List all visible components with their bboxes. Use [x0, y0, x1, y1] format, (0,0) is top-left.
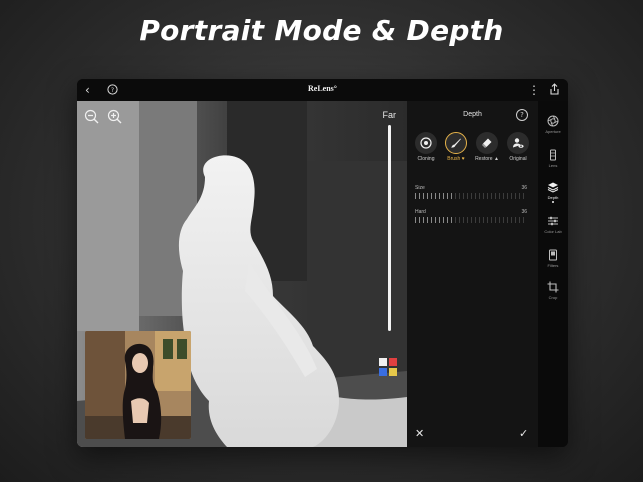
target-icon [415, 132, 437, 154]
zoom-in-icon[interactable] [107, 109, 122, 124]
depth-map-canvas[interactable]: Far [77, 101, 407, 447]
zoom-out-icon[interactable] [84, 109, 99, 124]
slider-value: 36 [521, 185, 527, 191]
rail-item-depth[interactable]: Depth [538, 181, 568, 203]
depth-3d-view-icon[interactable] [378, 357, 398, 377]
tool-brush[interactable]: Brush ♥ [442, 132, 470, 162]
panel-help-icon[interactable]: ? [516, 109, 528, 121]
active-indicator [552, 201, 554, 203]
sliders-icon [548, 216, 558, 226]
tool-label: Restore ▲ [475, 156, 499, 162]
rail-item-lens[interactable]: Lens [538, 149, 568, 168]
share-icon[interactable] [549, 83, 560, 99]
hard-slider[interactable] [415, 217, 527, 223]
slider-value: 36 [521, 209, 527, 215]
rail-label: Depth [547, 195, 559, 200]
filter-icon [549, 249, 557, 261]
lens-icon [550, 149, 556, 161]
eraser-icon [476, 132, 498, 154]
tool-original[interactable]: Original [504, 132, 532, 162]
rail-item-crop[interactable]: Crop [538, 281, 568, 300]
slider-name: Size [415, 185, 425, 191]
rail-label: Crop [548, 295, 558, 300]
cancel-icon[interactable]: ✕ [415, 427, 424, 440]
depth-far-label: Far [382, 110, 397, 120]
depth-range-slider[interactable] [388, 125, 391, 331]
aperture-icon [547, 115, 559, 127]
tool-label: Original [509, 156, 527, 162]
rail-label: Color Lab [544, 229, 562, 234]
tool-label: Cloning [417, 156, 435, 162]
tool-rail: Aperture Lens Depth Color Lab Filters Cr… [538, 101, 568, 447]
rail-label: Aperture [545, 129, 561, 134]
rail-item-color-lab[interactable]: Color Lab [538, 215, 568, 234]
app-window: ‹ ? ReLens° ⋮ Far Depth ? Cloning Brush … [77, 79, 568, 447]
rail-item-filters[interactable]: Filters [538, 249, 568, 268]
person-eye-icon [507, 132, 529, 154]
app-brand-logo: ReLens° [308, 84, 337, 93]
rail-item-aperture[interactable]: Aperture [538, 115, 568, 134]
rail-label: Filters [547, 263, 559, 268]
slider-name: Hard [415, 209, 426, 215]
depth-panel: Depth ? Cloning Brush ♥ Restore ▲ Origin… [407, 101, 538, 447]
tool-cloning[interactable]: Cloning [412, 132, 440, 162]
more-options-icon[interactable]: ⋮ [528, 82, 540, 98]
headline: Portrait Mode & Depth [139, 14, 504, 47]
confirm-check-icon[interactable]: ✓ [519, 427, 528, 440]
layers-icon [547, 182, 559, 193]
tool-restore[interactable]: Restore ▲ [473, 132, 501, 162]
rail-label: Lens [548, 163, 558, 168]
original-photo-thumbnail[interactable] [85, 331, 191, 439]
tool-label: Brush ♥ [447, 156, 465, 162]
size-slider[interactable] [415, 193, 527, 199]
top-bar: ‹ ? ReLens° ⋮ [77, 79, 568, 101]
brush-icon [445, 132, 467, 154]
crop-icon [547, 281, 559, 293]
